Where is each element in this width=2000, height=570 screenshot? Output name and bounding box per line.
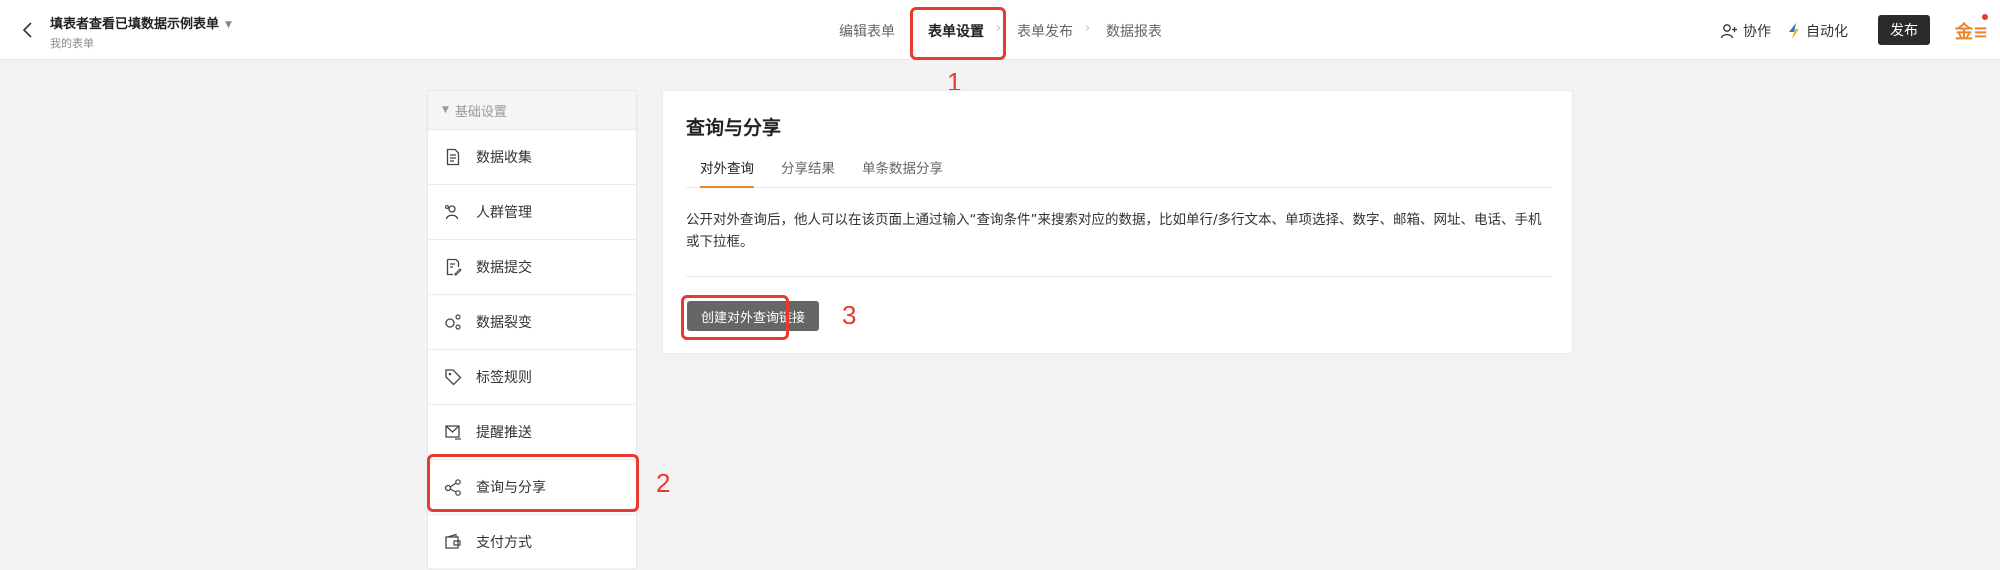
sidebar-item-tag-rules[interactable]: 标签规则 <box>428 350 636 405</box>
notification-dot <box>1982 14 1988 20</box>
sidebar-item-label: 数据收集 <box>476 150 532 166</box>
sidebar-item-label: 数据提交 <box>476 260 532 276</box>
query-share-card: 查询与分享 对外查询 分享结果 单条数据分享 公开对外查询后，他人可以在该页面上… <box>662 90 1573 354</box>
page-title: 查询与分享 <box>686 117 782 139</box>
sidebar-item-data-fission[interactable]: 数据裂变 <box>428 295 636 350</box>
automation-button[interactable]: 自动化 <box>1787 21 1848 41</box>
chevron-right-icon: › <box>1085 21 1091 36</box>
automation-label: 自动化 <box>1806 24 1848 40</box>
collaborate-label: 协作 <box>1743 24 1771 40</box>
caret-down-icon: ▼ <box>442 105 449 115</box>
sidebar-item-label: 人群管理 <box>476 205 532 221</box>
document-icon <box>446 148 460 166</box>
tab-single-record-share[interactable]: 单条数据分享 <box>862 157 943 186</box>
step-form-publish[interactable]: 表单发布 <box>1017 21 1073 41</box>
sidebar-item-data-collection[interactable]: 数据收集 <box>428 130 636 185</box>
highlight-box-1 <box>910 7 1006 60</box>
publish-button[interactable]: 发布 <box>1878 15 1930 45</box>
edit-document-icon <box>446 258 462 276</box>
mail-send-icon <box>445 425 461 440</box>
tag-icon <box>445 369 462 386</box>
highlight-box-3 <box>681 295 789 340</box>
sidebar-item-label: 数据裂变 <box>476 315 532 331</box>
sidebar-item-reminder-push[interactable]: 提醒推送 <box>428 405 636 460</box>
tab-bar: 对外查询 分享结果 单条数据分享 <box>686 157 1552 188</box>
divider <box>686 276 1552 277</box>
sidebar-group-label: 基础设置 <box>454 104 507 120</box>
user-group-icon <box>445 205 459 220</box>
description-text: 公开对外查询后，他人可以在该页面上通过输入“查询条件”来搜索对应的数据，比如单行… <box>686 212 1542 250</box>
highlight-box-2 <box>427 454 639 512</box>
step-edit-form[interactable]: 编辑表单 <box>839 21 895 41</box>
share-nodes-icon <box>445 314 461 330</box>
brand-logo: 金≡ <box>1955 22 1989 43</box>
sidebar-item-label: 提醒推送 <box>476 425 532 441</box>
tab-public-query[interactable]: 对外查询 <box>700 157 754 188</box>
sidebar-item-payment[interactable]: 支付方式 <box>428 515 636 570</box>
step-data-report[interactable]: 数据报表 <box>1106 21 1162 41</box>
collaborate-button[interactable]: 协作 <box>1720 21 1771 41</box>
sidebar-item-data-submission[interactable]: 数据提交 <box>428 240 636 295</box>
wallet-icon <box>445 533 461 549</box>
lightning-icon <box>1789 23 1799 39</box>
tab-share-results[interactable]: 分享结果 <box>781 157 835 186</box>
sidebar-item-label: 支付方式 <box>476 535 532 551</box>
annotation-number-3: 3 <box>842 300 857 330</box>
annotation-number-2: 2 <box>656 468 671 498</box>
sidebar-group-basic[interactable]: ▼ 基础设置 <box>428 91 636 130</box>
sidebar-item-audience[interactable]: 人群管理 <box>428 185 636 240</box>
add-user-icon <box>1720 24 1737 39</box>
sidebar-item-label: 标签规则 <box>476 370 532 386</box>
